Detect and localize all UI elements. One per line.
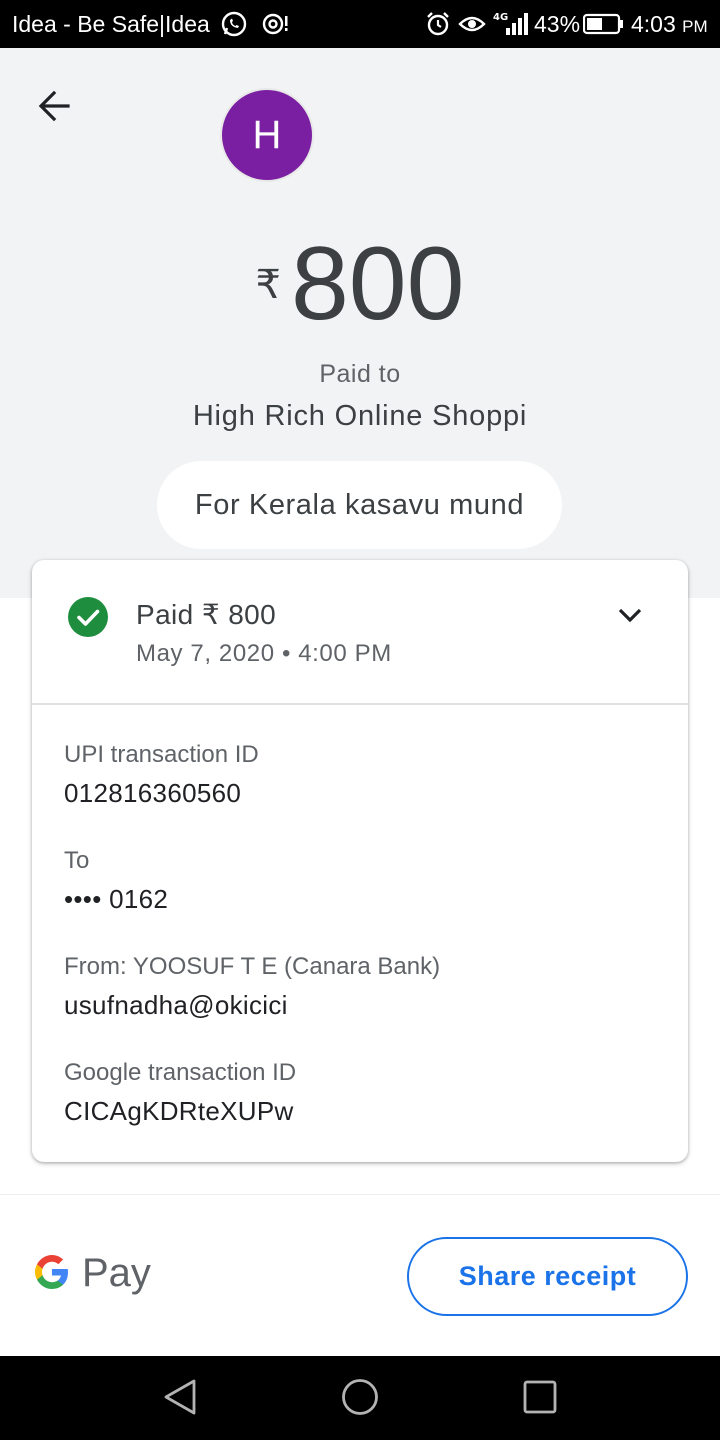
google-g-icon xyxy=(35,1255,68,1289)
chevron-down-icon[interactable] xyxy=(612,598,648,634)
payment-note: For Kerala kasavu mund xyxy=(157,461,562,549)
eye-comfort-icon xyxy=(458,16,486,32)
system-nav-bar xyxy=(0,1356,720,1440)
clock-ampm: PM xyxy=(682,17,708,36)
upi-transaction-id-label: UPI transaction ID xyxy=(64,741,259,768)
payee-name: High Rich Online Shoppi xyxy=(192,400,528,432)
currency-symbol: ₹ xyxy=(255,263,281,307)
check-circle-icon xyxy=(68,597,108,637)
transaction-card: Paid ₹ 800 May 7, 2020 • 4:00 PM UPI tra… xyxy=(32,560,688,1162)
battery-percent: 43% xyxy=(534,11,581,37)
nav-home-icon[interactable] xyxy=(341,1378,379,1416)
upi-transaction-id-value: 012816360560 xyxy=(64,778,242,808)
payment-datetime: May 7, 2020 • 4:00 PM xyxy=(136,640,392,667)
from-upi-value: usufnadha@okicici xyxy=(64,990,288,1020)
to-account-value: •••• 0162 xyxy=(64,884,169,914)
payment-status: Paid ₹ 800 xyxy=(136,599,277,630)
status-clock: 4:03 PM xyxy=(631,11,708,40)
paid-to-label: Paid to xyxy=(319,360,401,388)
from-label: From: YOOSUF T E (Canara Bank) xyxy=(64,953,441,980)
divider xyxy=(32,703,688,705)
nav-recents-icon[interactable] xyxy=(523,1380,557,1414)
amount-display: ₹800 xyxy=(0,226,720,342)
to-label: To xyxy=(64,847,90,874)
signal-icon: 4G xyxy=(493,12,528,35)
gpay-logo: Pay xyxy=(32,1248,162,1304)
share-receipt-button[interactable]: Share receipt xyxy=(407,1237,688,1316)
avatar: H xyxy=(220,88,314,182)
google-transaction-id-label: Google transaction ID xyxy=(64,1059,297,1086)
nav-back-icon[interactable] xyxy=(162,1377,198,1417)
carrier-name: Idea - Be Safe|Idea xyxy=(12,11,210,37)
amount-value: 800 xyxy=(290,226,465,342)
clock-time: 4:03 xyxy=(631,11,676,37)
google-transaction-id-value: CICAgKDRteXUPw xyxy=(64,1096,294,1126)
network-type: 4G xyxy=(493,12,508,23)
hotspot-icon xyxy=(262,13,288,35)
gpay-brand-text: Pay xyxy=(82,1251,151,1295)
whatsapp-icon xyxy=(221,11,247,37)
alarm-icon xyxy=(427,12,449,36)
footer-divider xyxy=(0,1194,720,1195)
battery-icon xyxy=(583,13,623,35)
status-bar: Idea - Be Safe|Idea 4G 43% 4:03 PM xyxy=(0,0,720,48)
back-arrow-icon[interactable] xyxy=(34,84,78,128)
